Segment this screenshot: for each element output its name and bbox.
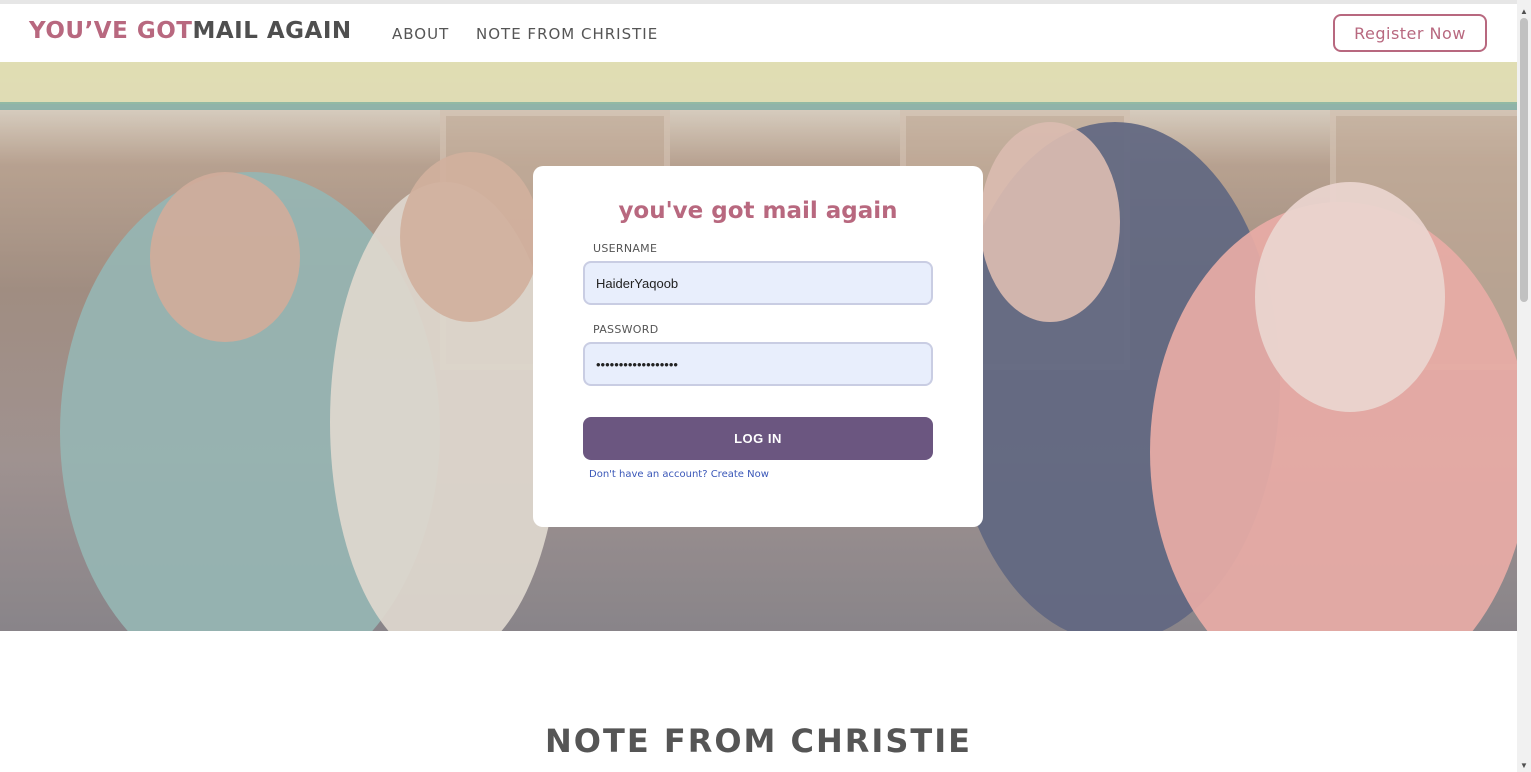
note-from-christie-heading: NOTE FROM CHRISTIE xyxy=(545,722,972,760)
login-title: you've got mail again xyxy=(618,198,898,224)
register-now-button[interactable]: Register Now xyxy=(1333,14,1487,52)
username-input[interactable] xyxy=(583,261,933,305)
page-scrollbar[interactable]: ▲ ▼ xyxy=(1517,0,1531,772)
brand-logo[interactable]: YOU’VE GOTMAIL AGAIN xyxy=(29,18,352,44)
navbar: YOU’VE GOTMAIL AGAIN ABOUT NOTE FROM CHR… xyxy=(0,4,1517,62)
create-account-link[interactable]: Create Now xyxy=(711,469,769,480)
login-card: you've got mail again USERNAME PASSWORD … xyxy=(533,166,983,527)
scroll-down-arrow-icon[interactable]: ▼ xyxy=(1517,758,1531,772)
scrollbar-thumb[interactable] xyxy=(1520,18,1528,302)
brand-text-part1: YOU’VE GOT xyxy=(29,18,193,44)
username-label: USERNAME xyxy=(593,242,658,255)
scroll-up-arrow-icon[interactable]: ▲ xyxy=(1517,4,1531,18)
password-input[interactable] xyxy=(583,342,933,386)
nav-link-about[interactable]: ABOUT xyxy=(392,25,449,43)
password-label: PASSWORD xyxy=(593,323,659,336)
signup-prompt-text: Don't have an account? xyxy=(589,469,708,480)
brand-text-part2: MAIL AGAIN xyxy=(192,18,352,44)
nav-link-note-from-christie[interactable]: NOTE FROM CHRISTIE xyxy=(476,25,658,43)
signup-prompt: Don't have an account? Create Now xyxy=(589,469,769,480)
login-button[interactable]: LOG IN xyxy=(583,417,933,460)
